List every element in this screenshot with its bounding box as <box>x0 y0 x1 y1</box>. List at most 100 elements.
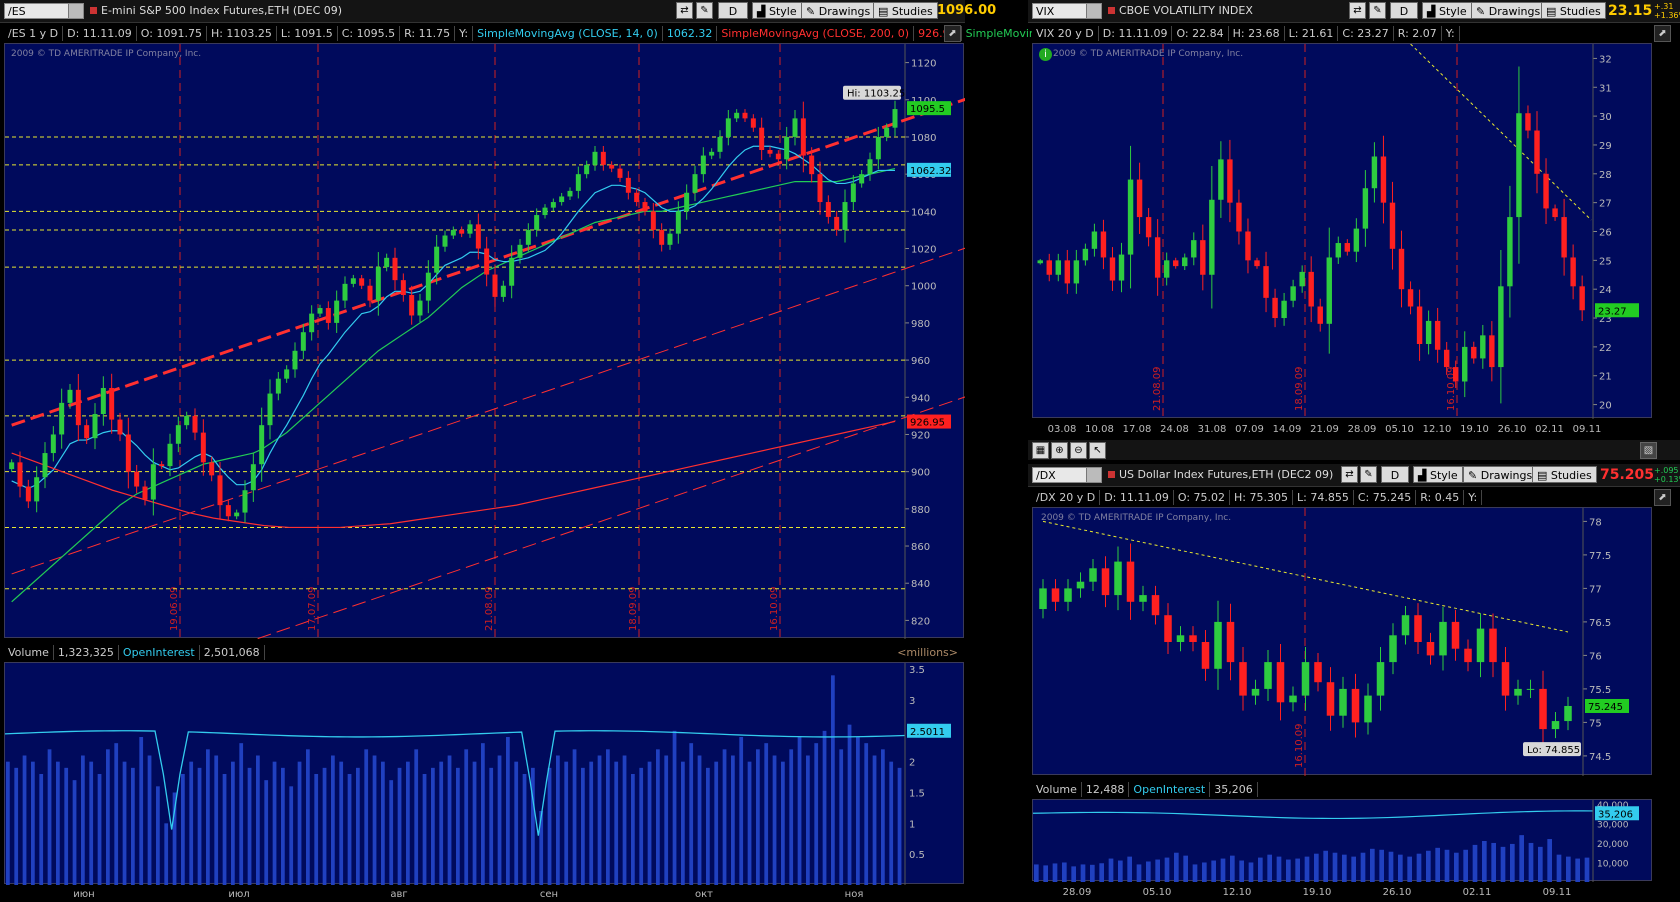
y-tick-label: 77 <box>1589 584 1602 595</box>
dx-toolbar: /DX US Dollar Index Futures,ETH (DEC2 09… <box>1028 464 1680 487</box>
zoom-out-icon[interactable]: ⊖ <box>1070 442 1087 459</box>
volume-bar <box>1407 856 1412 882</box>
dx-drawings-button[interactable]: ✎ Drawings <box>1463 466 1538 483</box>
candle-body <box>500 285 506 297</box>
x-tick-label: авг <box>390 889 407 900</box>
candle-body <box>809 155 815 175</box>
volume-bar <box>247 767 252 885</box>
candle-body <box>1064 588 1072 602</box>
candle-body <box>700 155 706 175</box>
vix-symbol-input[interactable]: VIX <box>1032 3 1102 19</box>
volume-bar <box>147 755 152 885</box>
vix-chart-settings-icon[interactable]: ⬈ <box>1654 25 1671 42</box>
candle <box>1414 603 1422 655</box>
wrench-icon[interactable]: ✎ <box>1369 2 1386 19</box>
candle <box>1407 281 1414 315</box>
vix-high: H: 23.68 <box>1229 26 1285 41</box>
candle <box>1200 224 1206 291</box>
vix-y: Y: <box>1442 26 1460 41</box>
dx-chart-settings-icon[interactable]: ⬈ <box>1654 489 1671 506</box>
es-sma200-label: SimpleMovingAvg (CLOSE, 200, 0) <box>717 26 915 41</box>
candle-body <box>242 490 248 513</box>
candle <box>450 226 456 239</box>
candle-body <box>825 202 831 217</box>
volume-bar <box>239 743 244 885</box>
vix-style-button[interactable]: ▟ Style <box>1422 2 1472 19</box>
volume-bar <box>1482 841 1487 882</box>
studies-button[interactable]: ▤ Studies <box>873 2 938 19</box>
volume-bar <box>89 761 94 885</box>
style-button[interactable]: ▟ Style <box>752 2 802 19</box>
candle-body <box>650 211 656 230</box>
wrench-icon[interactable]: ✎ <box>1360 466 1377 483</box>
volume-bar <box>439 761 444 885</box>
volume-bar <box>81 755 85 885</box>
candle <box>1416 289 1423 361</box>
candle-body <box>517 244 523 258</box>
y-tick-label: 10,000 <box>1597 859 1629 869</box>
y-tick-label: 980 <box>911 319 930 330</box>
candle-body <box>1407 289 1414 307</box>
vix-drawings-button[interactable]: ✎ Drawings <box>1471 2 1546 19</box>
candle-body <box>292 350 298 370</box>
candle-body <box>784 136 790 160</box>
drawings-button[interactable]: ✎ Drawings <box>801 2 876 19</box>
volume-bar <box>1174 852 1179 882</box>
chevron-down-icon[interactable] <box>1086 4 1101 18</box>
x-tick-label: 24.08 <box>1160 424 1189 435</box>
volume-bar <box>114 743 119 885</box>
info-icon[interactable]: i <box>1039 48 1052 61</box>
chevron-down-icon[interactable] <box>1086 468 1101 482</box>
volume-bar <box>881 749 885 885</box>
x-tick-label: 14.09 <box>1273 424 1302 435</box>
expand-icon[interactable]: ▧ <box>1640 442 1657 459</box>
candle <box>584 160 590 179</box>
studies-icon: ▤ <box>1537 469 1551 482</box>
candle <box>1301 647 1310 711</box>
vix-d-button[interactable]: D <box>1390 2 1418 19</box>
wrench-icon[interactable]: ✎ <box>696 2 713 19</box>
dx-studies-button[interactable]: ▤ Studies <box>1532 466 1597 483</box>
volume-bar <box>39 774 44 885</box>
candle-body <box>1109 257 1116 281</box>
vix-symbol: VIX <box>1036 5 1055 18</box>
dx-symbol-input[interactable]: /DX <box>1032 467 1102 483</box>
candle <box>484 236 490 287</box>
candle <box>1173 257 1179 269</box>
vix-date: D: 11.11.09 <box>1099 26 1173 41</box>
candle-body <box>1464 648 1472 663</box>
chevron-down-icon[interactable] <box>68 4 83 18</box>
vix-studies-button[interactable]: ▤ Studies <box>1541 2 1606 19</box>
d-button[interactable]: D <box>718 2 748 19</box>
candle-body <box>317 308 323 314</box>
link-icon[interactable]: ⇄ <box>676 2 693 19</box>
volume-bar <box>306 749 310 885</box>
last-price-tag: 1095.5 <box>910 104 945 115</box>
dx-symbol: /DX <box>1036 469 1056 482</box>
dx-d-button[interactable]: D <box>1381 466 1409 483</box>
zoom-in-icon[interactable]: ⊕ <box>1051 442 1068 459</box>
cursor-icon[interactable]: ↖ <box>1089 442 1106 459</box>
candle-body <box>1039 588 1047 610</box>
candle-body <box>25 486 31 502</box>
candle-body <box>125 434 131 472</box>
link-icon[interactable]: ⇄ <box>1349 2 1366 19</box>
y-tick-label: 76 <box>1589 651 1602 662</box>
volume-bar <box>272 761 277 885</box>
link-icon[interactable]: ⇄ <box>1341 466 1358 483</box>
es-symbol-input[interactable]: /ES <box>4 3 84 19</box>
date-marker-label: 16.10.09 <box>1294 723 1305 768</box>
volume-bar <box>1547 839 1552 882</box>
dx-style-button[interactable]: ▟ Style <box>1413 466 1463 483</box>
candle-body <box>1539 688 1547 730</box>
grid-icon[interactable]: ▦ <box>1032 442 1049 459</box>
candle-body <box>1214 621 1222 669</box>
candle-body <box>1561 217 1567 258</box>
candle <box>717 130 723 159</box>
volume-bar <box>1192 864 1198 882</box>
volume-bar <box>472 761 477 885</box>
es-chart-settings-icon[interactable]: ⬈ <box>944 25 961 42</box>
vix-last-tag: 23.27 <box>1598 306 1627 317</box>
candle <box>792 110 798 146</box>
candle <box>1272 288 1278 328</box>
